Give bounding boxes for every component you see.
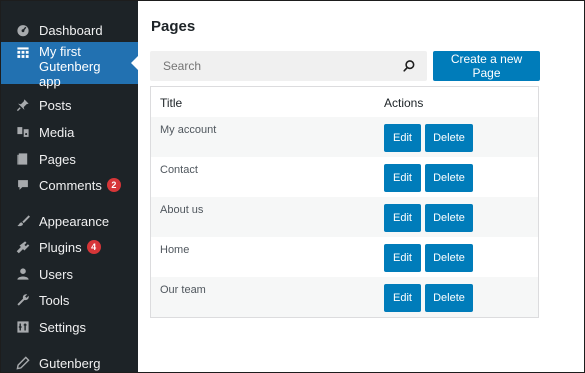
sidebar-item-tools[interactable]: Tools bbox=[1, 290, 138, 310]
page-title-cell: My account bbox=[160, 124, 217, 136]
delete-button[interactable]: Delete bbox=[425, 244, 473, 272]
search-box bbox=[150, 51, 427, 81]
page-icon bbox=[16, 152, 30, 166]
pencil-icon bbox=[16, 356, 30, 370]
sidebar-item-pages[interactable]: Pages bbox=[1, 149, 138, 169]
app-window: Dashboard My first Gutenberg app Posts M… bbox=[0, 0, 585, 373]
sidebar-item-label: Dashboard bbox=[39, 22, 103, 38]
delete-button[interactable]: Delete bbox=[425, 164, 473, 192]
users-icon bbox=[16, 267, 30, 281]
settings-icon bbox=[16, 320, 30, 334]
sidebar-item-label: Media bbox=[39, 124, 75, 140]
edit-button[interactable]: Edit bbox=[384, 204, 421, 232]
sidebar-item-media[interactable]: Media bbox=[1, 122, 138, 142]
grid-table-icon bbox=[16, 46, 30, 60]
paintbrush-icon bbox=[16, 214, 30, 228]
sidebar-item-gutenberg[interactable]: Gutenberg bbox=[1, 353, 138, 372]
search-icon[interactable] bbox=[402, 59, 416, 73]
plugin-icon bbox=[16, 240, 30, 254]
page-title-cell: Contact bbox=[160, 164, 198, 176]
active-indicator bbox=[131, 56, 138, 70]
delete-button[interactable]: Delete bbox=[425, 284, 473, 312]
sidebar-item-label: Posts bbox=[39, 97, 72, 113]
sidebar-item-comments[interactable]: Comments 2 bbox=[1, 175, 138, 195]
comments-count-badge: 2 bbox=[106, 178, 121, 192]
comment-icon bbox=[16, 178, 30, 192]
sidebar-item-label: Comments bbox=[39, 177, 102, 193]
admin-sidebar: Dashboard My first Gutenberg app Posts M… bbox=[1, 1, 138, 372]
sidebar-item-appearance[interactable]: Appearance bbox=[1, 211, 138, 231]
create-new-page-button[interactable]: Create a new Page bbox=[433, 51, 540, 81]
page-title-cell: Our team bbox=[160, 284, 206, 296]
sidebar-item-label: Tools bbox=[39, 292, 70, 308]
delete-button[interactable]: Delete bbox=[425, 204, 473, 232]
page-title-cell: Home bbox=[160, 244, 190, 256]
table-header: Title Actions bbox=[151, 87, 538, 118]
table-row: My account Edit Delete bbox=[151, 117, 538, 157]
edit-button[interactable]: Edit bbox=[384, 244, 421, 272]
page-title: Pages bbox=[151, 18, 196, 35]
search-input[interactable] bbox=[150, 51, 390, 81]
page-title-cell: About us bbox=[160, 204, 204, 216]
pages-table: Title Actions My account Edit Delete Con… bbox=[150, 86, 539, 318]
sidebar-item-users[interactable]: Users bbox=[1, 264, 138, 284]
sidebar-item-label: My first Gutenberg app bbox=[39, 44, 101, 89]
delete-button[interactable]: Delete bbox=[425, 124, 473, 152]
pin-icon bbox=[16, 98, 30, 112]
sidebar-item-my-first-gutenberg-app[interactable]: My first Gutenberg app bbox=[1, 42, 138, 89]
sidebar-item-label: Users bbox=[39, 266, 73, 282]
edit-button[interactable]: Edit bbox=[384, 124, 421, 152]
column-header-title: Title bbox=[160, 96, 183, 110]
sidebar-item-label: Pages bbox=[39, 151, 76, 167]
table-row: Our team Edit Delete bbox=[151, 277, 538, 317]
edit-button[interactable]: Edit bbox=[384, 284, 421, 312]
sidebar-item-plugins[interactable]: Plugins 4 bbox=[1, 237, 138, 257]
wrench-icon bbox=[16, 293, 30, 307]
column-header-actions: Actions bbox=[384, 96, 424, 110]
table-row: Home Edit Delete bbox=[151, 237, 538, 277]
table-row: About us Edit Delete bbox=[151, 197, 538, 237]
sidebar-item-label: Gutenberg bbox=[39, 355, 101, 371]
sidebar-item-label: Plugins bbox=[39, 239, 82, 255]
media-icon bbox=[16, 125, 30, 139]
sidebar-item-label: Appearance bbox=[39, 213, 110, 229]
edit-button[interactable]: Edit bbox=[384, 164, 421, 192]
table-row: Contact Edit Delete bbox=[151, 157, 538, 197]
sidebar-item-label: Settings bbox=[39, 319, 86, 335]
plugins-count-badge: 4 bbox=[86, 240, 101, 254]
sidebar-item-dashboard[interactable]: Dashboard bbox=[1, 20, 138, 40]
dashboard-icon bbox=[16, 23, 30, 37]
sidebar-item-posts[interactable]: Posts bbox=[1, 95, 138, 115]
sidebar-item-settings[interactable]: Settings bbox=[1, 317, 138, 337]
